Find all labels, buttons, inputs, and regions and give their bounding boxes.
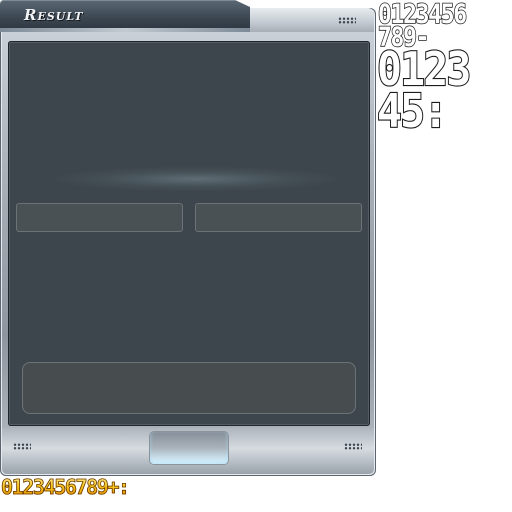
result-content-panel <box>8 41 370 426</box>
result-window: Result <box>0 0 376 476</box>
right-result-slot <box>195 203 362 232</box>
confirm-button[interactable] <box>150 432 228 464</box>
window-title: Result <box>24 6 84 24</box>
outline-digits-large-row2: 45: <box>376 84 449 138</box>
grip-dots-icon <box>13 443 31 450</box>
grip-dots-icon <box>344 443 362 450</box>
title-tab: Result <box>0 0 250 32</box>
gold-digits-row: 0123456789+: <box>1 475 131 499</box>
sprite-sheet: Result 0123456 789- 0123 45: 0123456789+… <box>0 0 512 512</box>
message-box <box>22 362 356 414</box>
highlight-bar <box>56 167 336 191</box>
grip-dots-icon <box>338 17 356 24</box>
left-result-slot <box>16 203 183 232</box>
